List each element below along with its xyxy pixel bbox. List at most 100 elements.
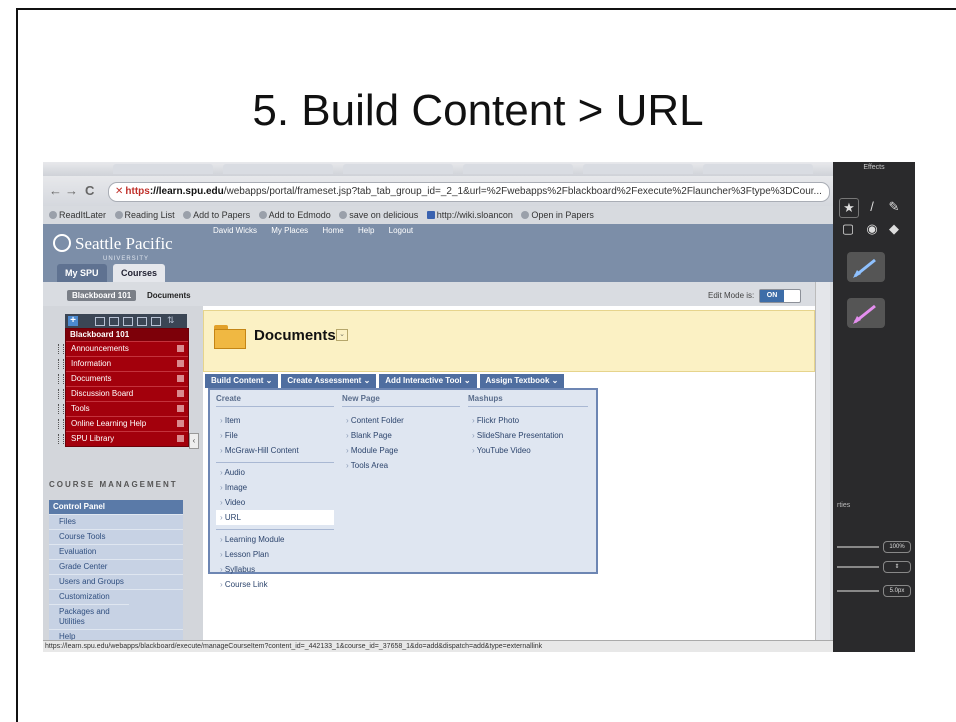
browser-tab[interactable] <box>343 164 453 174</box>
bookmark-item[interactable]: save on delicious <box>339 210 418 220</box>
assign-textbook-button[interactable]: Assign Textbook ⌄ <box>479 374 565 388</box>
menu-view-icon[interactable] <box>123 317 133 326</box>
menu-options-icon[interactable] <box>177 390 184 397</box>
menu-options-icon[interactable] <box>177 375 184 382</box>
control-panel-item-customization[interactable]: Customization <box>49 589 183 604</box>
control-panel-item-packages-and-utilities[interactable]: Packages and Utilities <box>49 604 129 629</box>
menu-options-icon[interactable] <box>177 345 184 352</box>
build-content-button[interactable]: Build Content ⌄ <box>205 374 279 388</box>
menu-item-slideshare-presentation[interactable]: SlideShare Presentation <box>468 428 588 443</box>
course-menu-item-information[interactable]: Information <box>58 356 188 371</box>
control-panel-item-files[interactable]: Files <box>49 514 183 529</box>
menu-item-file[interactable]: File <box>216 428 334 443</box>
bookmark-item[interactable]: Add to Edmodo <box>258 210 331 220</box>
my-places-link[interactable]: My Places <box>271 226 308 235</box>
eraser-icon[interactable]: ◆ <box>885 220 903 238</box>
drag-handle-icon[interactable] <box>58 404 64 414</box>
bookmark-item[interactable]: Add to Papers <box>183 210 250 220</box>
control-panel-item-users-and-groups[interactable]: Users and Groups <box>49 574 183 589</box>
bucket-icon[interactable]: ◉ <box>863 220 881 238</box>
menu-item-lesson-plan[interactable]: Lesson Plan <box>216 547 334 562</box>
drag-handle-icon[interactable] <box>58 344 64 354</box>
back-arrow-icon[interactable]: ← <box>49 183 62 198</box>
breadcrumb-course[interactable]: Blackboard 101 <box>67 290 137 301</box>
add-menu-item-icon[interactable]: + <box>68 316 78 326</box>
menu-item-tools-area[interactable]: Tools Area <box>342 458 460 473</box>
menu-view-icon[interactable] <box>95 317 105 326</box>
tab-my-spu[interactable]: My SPU <box>57 264 107 282</box>
control-panel-item-evaluation[interactable]: Evaluation <box>49 544 183 559</box>
menu-item-image[interactable]: Image <box>216 480 334 495</box>
menu-item-learning-module[interactable]: Learning Module <box>216 532 334 547</box>
home-link[interactable]: Home <box>322 226 343 235</box>
help-link[interactable]: Help <box>358 226 374 235</box>
width-value[interactable]: 5.0px <box>883 585 911 597</box>
drag-handle-icon[interactable] <box>58 389 64 399</box>
bookmark-item[interactable]: Open in Papers <box>521 210 594 220</box>
size-slider[interactable] <box>837 566 879 568</box>
control-panel-item-course-tools[interactable]: Course Tools <box>49 529 183 544</box>
user-name[interactable]: David Wicks <box>213 226 257 235</box>
menu-item-mcgraw-hill-content[interactable]: McGraw-Hill Content <box>216 443 334 458</box>
menu-view-icon[interactable] <box>109 317 119 326</box>
sort-icon[interactable]: ⇅ <box>167 316 175 325</box>
control-panel-item-grade-center[interactable]: Grade Center <box>49 559 183 574</box>
menu-item-blank-page[interactable]: Blank Page <box>342 428 460 443</box>
drag-handle-icon[interactable] <box>58 359 64 369</box>
collapse-menu-icon[interactable]: ‹ <box>189 433 199 449</box>
create-assessment-button[interactable]: Create Assessment ⌄ <box>281 374 377 388</box>
course-menu-item-announcements[interactable]: Announcements <box>58 341 188 356</box>
opacity-slider[interactable] <box>837 546 879 548</box>
drag-handle-icon[interactable] <box>58 419 64 429</box>
opacity-value[interactable]: 100% <box>883 541 911 553</box>
course-menu-title[interactable]: Blackboard 101 <box>66 329 188 341</box>
menu-options-icon[interactable] <box>177 420 184 427</box>
size-stepper[interactable]: ⇕ <box>883 561 911 573</box>
add-interactive-tool-button[interactable]: Add Interactive Tool ⌄ <box>379 374 477 388</box>
drag-handle-icon[interactable] <box>58 434 64 444</box>
vertical-scrollbar[interactable] <box>815 282 830 642</box>
menu-item-module-page[interactable]: Module Page <box>342 443 460 458</box>
university-logo[interactable]: Seattle Pacific <box>53 234 173 254</box>
browser-tab[interactable] <box>703 164 813 174</box>
page-options-chevron-icon[interactable]: ⌄ <box>336 329 348 341</box>
browser-tab[interactable] <box>463 164 573 174</box>
course-menu-item-online-learning-help[interactable]: Online Learning Help <box>58 416 188 431</box>
blue-arrow-preset-icon[interactable] <box>847 252 885 282</box>
course-menu-item-discussion-board[interactable]: Discussion Board <box>58 386 188 401</box>
menu-item-content-folder[interactable]: Content Folder <box>342 413 460 428</box>
course-menu-item-documents[interactable]: Documents <box>58 371 188 386</box>
course-menu-item-tools[interactable]: Tools <box>58 401 188 416</box>
bookmark-item[interactable]: http://wiki.sloancon <box>426 210 513 220</box>
drag-handle-icon[interactable] <box>58 374 64 384</box>
reload-icon[interactable]: C <box>85 183 94 198</box>
menu-item-url[interactable]: URL <box>216 510 334 525</box>
brush-icon[interactable]: / <box>863 198 881 216</box>
forward-arrow-icon[interactable]: → <box>65 183 78 198</box>
menu-item-audio[interactable]: Audio <box>216 465 334 480</box>
pink-arrow-preset-icon[interactable] <box>847 298 885 328</box>
star-frame-icon[interactable]: ★ <box>839 198 859 218</box>
width-slider[interactable] <box>837 590 879 592</box>
control-panel-header[interactable]: Control Panel <box>49 500 183 514</box>
browser-tab[interactable] <box>113 164 213 174</box>
logout-link[interactable]: Logout <box>389 226 413 235</box>
menu-item-syllabus[interactable]: Syllabus <box>216 562 334 577</box>
bookmark-item[interactable]: ReadItLater <box>49 210 106 220</box>
menu-options-icon[interactable] <box>177 360 184 367</box>
menu-options-icon[interactable] <box>177 435 184 442</box>
browser-tab[interactable] <box>223 164 333 174</box>
bookmark-item[interactable]: Reading List <box>114 210 175 220</box>
tab-courses[interactable]: Courses <box>113 264 166 282</box>
menu-item-course-link[interactable]: Course Link <box>216 577 334 592</box>
menu-item-flickr-photo[interactable]: Flickr Photo <box>468 413 588 428</box>
address-bar[interactable]: ✕ https://learn.spu.edu/webapps/portal/fr… <box>108 182 830 202</box>
pen-icon[interactable]: ✎ <box>885 198 903 216</box>
menu-item-video[interactable]: Video <box>216 495 334 510</box>
browser-tab[interactable] <box>583 164 693 174</box>
shape-icon[interactable]: ▢ <box>839 220 857 238</box>
course-menu-item-spu-library[interactable]: SPU Library <box>58 431 188 446</box>
menu-options-icon[interactable] <box>177 405 184 412</box>
menu-item-youtube-video[interactable]: YouTube Video <box>468 443 588 458</box>
menu-item-item[interactable]: Item <box>216 413 334 428</box>
